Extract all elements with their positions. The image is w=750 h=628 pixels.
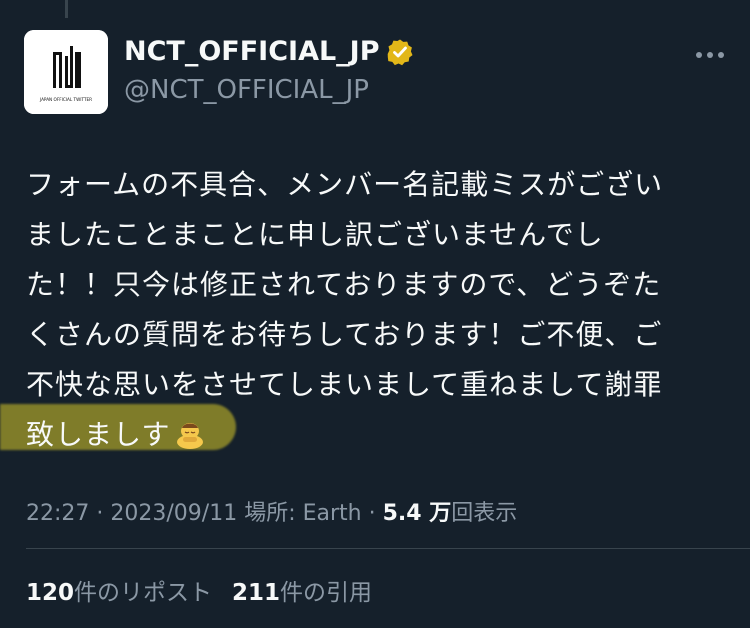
views-count[interactable]: 5.4 万 [383,501,452,526]
display-name-text[interactable]: NCT_OFFICIAL_JP [124,36,380,67]
thread-connector-line [65,0,68,18]
quotes-count[interactable]: 211 [232,580,280,606]
engagement-stats: 120件のリポスト 211件の引用 [26,573,372,607]
reposts-count[interactable]: 120 [26,580,74,606]
author-display-name[interactable]: NCT_OFFICIAL_JP [124,36,414,67]
tweet-date[interactable]: 2023/09/11 [110,501,237,526]
reposts-stat[interactable]: 120件のリポスト [26,580,212,606]
verified-badge-icon[interactable] [386,38,414,66]
tweet-line: た！！只今は修正されておりますので、どうぞた [26,268,662,301]
more-dots-icon [696,52,724,58]
tweet-line: 致しましす [26,418,171,451]
reposts-label[interactable]: 件のリポスト [74,580,212,606]
tweet-last-line: 致しましす [26,410,726,460]
tweet-location: 場所: Earth [244,501,362,526]
tweet-body: フォームの不具合、メンバー名記載ミスがござい ましたことまことに申し訳ございませ… [26,160,726,460]
tweet-metadata: 22:27 · 2023/09/11 場所: Earth · 5.4 万回表示 [26,495,517,527]
tweet-line: ましたことまことに申し訳ございませんでし [26,218,604,251]
divider [26,548,750,549]
meta-separator: · [96,501,104,526]
tweet-time[interactable]: 22:27 [26,501,89,526]
tweet-line: フォームの不具合、メンバー名記載ミスがござい [26,168,664,201]
tweet-line: くさんの質問をお待ちしております！ご不便、ご [26,318,663,351]
more-options-button[interactable] [690,40,730,70]
tweet-detail-page: JAPAN OFFICIAL TWITTER NCT_OFFICIAL_JP @… [0,0,750,628]
avatar-caption: JAPAN OFFICIAL TWITTER [39,97,92,102]
views-label[interactable]: 回表示 [451,501,517,526]
quotes-stat[interactable]: 211件の引用 [232,580,372,606]
author-handle[interactable]: @NCT_OFFICIAL_JP [124,75,369,105]
quotes-label[interactable]: 件の引用 [280,580,372,606]
avatar[interactable]: JAPAN OFFICIAL TWITTER [24,30,108,114]
meta-separator: · [368,501,376,526]
bowing-person-emoji [177,423,204,449]
tweet-line: 不快な思いをさせてしまいまして重ねまして謝罪 [26,368,663,401]
nct-logo-icon: JAPAN OFFICIAL TWITTER [24,30,108,114]
